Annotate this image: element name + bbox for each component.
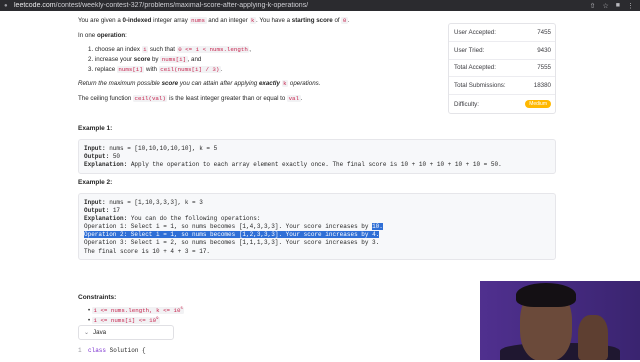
url-text[interactable]: leetcode.com/contest/weekly-contest-327/… (14, 2, 590, 9)
stat-user-accepted: User Accepted: 7455 (449, 24, 555, 42)
browser-address-bar[interactable]: ● leetcode.com/contest/weekly-contest-32… (0, 0, 640, 11)
operation-steps: 1. choose an index i such that 0 <= i < … (88, 45, 251, 75)
star-icon[interactable]: ☆ (602, 2, 608, 10)
example-1-box: Input: nums = [10,10,10,10,10], k = 5 Ou… (78, 139, 556, 174)
selected-text: 10. (372, 223, 383, 231)
example-2-box: Input: nums = [1,10,3,3,3], k = 3 Output… (78, 193, 556, 260)
chevron-down-icon: ⌄ (84, 330, 90, 336)
extensions-icon[interactable]: ■ (616, 2, 620, 10)
operation-1-line: Operation 1: Select i = 1, so nums becom… (84, 223, 383, 231)
selected-text: Operation 2: Select i = 1, so nums becom… (84, 231, 380, 239)
return-statement: Return the maximum possible score you ca… (78, 80, 321, 87)
step-item: 3. replace nums[i] with ceil(nums[i] / 3… (88, 66, 223, 73)
stats-panel: User Accepted: 7455 User Tried: 9430 Total… (448, 23, 556, 114)
problem-intro: You are given a 0-indexed integer array … (78, 17, 350, 24)
difficulty-badge: Medium (525, 100, 551, 109)
stat-total-accepted: Total Accepted: 7555 (449, 60, 555, 78)
step-item: 1. choose an index i such that 0 <= i < … (88, 46, 252, 53)
ceil-definition: The ceiling function ceil(val) is the le… (78, 95, 303, 102)
stat-difficulty: Difficulty: Medium (449, 95, 555, 113)
lock-icon: ● (4, 2, 8, 9)
stat-total-submissions: Total Submissions: 18380 (449, 77, 555, 96)
constraint-item: • 1 <= nums[i] <= 109 (88, 317, 161, 324)
operation-2-line: Operation 2: Select i = 1, so nums becom… (84, 231, 550, 239)
language-select[interactable]: ⌄ Java (78, 325, 174, 340)
example-2-title: Example 2: (78, 179, 113, 186)
webcam-overlay (480, 281, 640, 360)
operation-3-line: Operation 3: Select i = 2, so nums becom… (84, 239, 380, 247)
menu-icon[interactable]: ⋮ (627, 2, 634, 10)
final-score-line: The final score is 10 + 4 + 3 = 17. (84, 247, 211, 255)
stat-user-tried: User Tried: 9430 (449, 42, 555, 60)
constraint-code: 1 <= nums[i] <= 109 (92, 317, 161, 324)
constraint-item: • 1 <= nums.length, k <= 105 (88, 307, 185, 314)
step-item: 2. increase your score by nums[i], and (88, 56, 202, 63)
share-icon[interactable]: ⇧ (590, 2, 596, 10)
constraints-title: Constraints: (78, 294, 117, 301)
constraint-code: 1 <= nums.length, k <= 105 (92, 307, 185, 314)
operation-heading: In one operation: (78, 32, 127, 39)
example-1-title: Example 1: (78, 125, 113, 132)
